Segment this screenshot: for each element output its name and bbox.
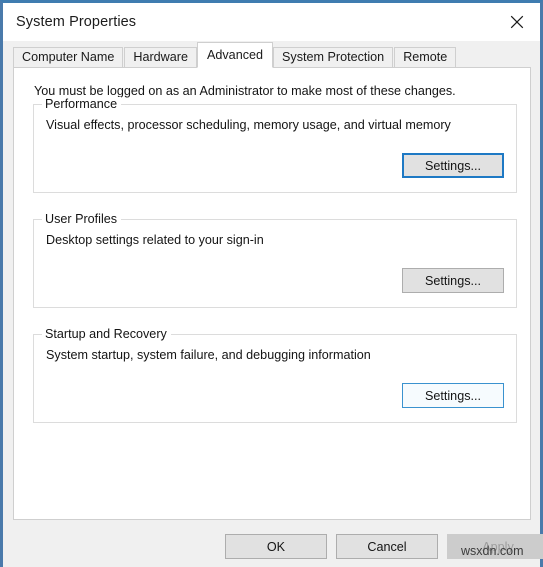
- administrator-note: You must be logged on as an Administrato…: [34, 84, 456, 98]
- tab-advanced[interactable]: Advanced: [196, 42, 273, 68]
- performance-description: Visual effects, processor scheduling, me…: [46, 118, 451, 132]
- button-label: Apply: [482, 539, 514, 554]
- window-title: System Properties: [16, 14, 137, 30]
- startup-recovery-description: System startup, system failure, and debu…: [46, 348, 371, 362]
- startup-recovery-group-legend: Startup and Recovery: [42, 327, 171, 341]
- performance-group-legend: Performance: [42, 97, 122, 111]
- button-label: Settings...: [424, 273, 481, 288]
- cancel-button[interactable]: Cancel: [336, 534, 438, 559]
- user-profiles-group: User Profiles Desktop settings related t…: [33, 212, 517, 308]
- tab-label: Remote: [403, 50, 448, 64]
- tab-strip: Computer Name Hardware Advanced System P…: [3, 41, 540, 68]
- tab-system-protection[interactable]: System Protection: [273, 47, 394, 68]
- close-icon: [510, 15, 524, 29]
- dialog-footer: OK Cancel Apply wsxdn.com: [3, 520, 543, 567]
- user-profiles-settings-button[interactable]: Settings...: [402, 268, 504, 293]
- apply-button: Apply: [447, 534, 543, 559]
- user-profiles-description: Desktop settings related to your sign-in: [46, 233, 264, 247]
- tab-label: System Protection: [282, 50, 385, 64]
- title-bar: System Properties: [3, 3, 540, 41]
- advanced-tab-panel: You must be logged on as an Administrato…: [13, 67, 531, 554]
- close-button[interactable]: [494, 3, 540, 41]
- button-label: Settings...: [424, 158, 481, 173]
- tab-hardware[interactable]: Hardware: [124, 47, 197, 68]
- tab-label: Computer Name: [22, 50, 115, 64]
- tab-computer-name[interactable]: Computer Name: [13, 47, 124, 68]
- user-profiles-group-legend: User Profiles: [42, 212, 122, 226]
- button-label: Settings...: [424, 388, 481, 403]
- ok-button[interactable]: OK: [225, 534, 327, 559]
- tab-label: Hardware: [133, 50, 188, 64]
- button-label: OK: [266, 539, 286, 554]
- performance-settings-button[interactable]: Settings...: [402, 153, 504, 178]
- startup-recovery-settings-button[interactable]: Settings...: [402, 383, 504, 408]
- tab-label: Advanced: [206, 48, 263, 62]
- performance-group: Performance Visual effects, processor sc…: [33, 97, 517, 193]
- button-label: Cancel: [367, 539, 407, 554]
- system-properties-window: System Properties Computer Name Hardware…: [0, 0, 543, 567]
- startup-recovery-group: Startup and Recovery System startup, sys…: [33, 327, 517, 423]
- tab-remote[interactable]: Remote: [394, 47, 457, 68]
